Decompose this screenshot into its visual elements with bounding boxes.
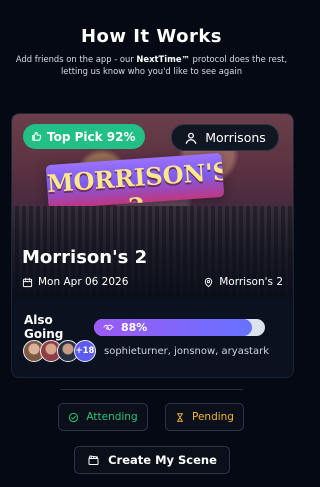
- also-going-row: Also Going 88%: [24, 313, 281, 341]
- event-location-text: Morrison's 2: [219, 276, 283, 288]
- top-pick-label: Top Pick 92%: [47, 129, 136, 144]
- calendar-icon: [22, 277, 33, 288]
- going-progress-fill: 88%: [94, 318, 253, 336]
- pending-label: Pending: [192, 411, 234, 423]
- event-date-text: Mon Apr 06 2026: [38, 276, 129, 288]
- user-icon: [184, 131, 198, 145]
- venue-name: Morrison's 2: [22, 247, 148, 268]
- hero-sign: MORRISON'S 2: [45, 152, 225, 210]
- attending-label: Attending: [86, 411, 138, 423]
- venue-host-pill[interactable]: Morrisons: [171, 124, 279, 151]
- thumbs-up-icon: [31, 131, 42, 142]
- handshake-icon: [102, 322, 115, 333]
- friends-names: sophieturner, jonsnow, aryastark: [104, 345, 269, 357]
- subtitle-line-1: Add friends on the app - our NextTime™ p…: [0, 53, 303, 65]
- map-pin-icon: [203, 277, 214, 288]
- friends-row[interactable]: +18 sophieturner, jonsnow, aryastark: [23, 340, 269, 362]
- top-pick-badge: Top Pick 92%: [23, 124, 145, 149]
- section-divider: [60, 389, 243, 390]
- create-my-scene-label: Create My Scene: [108, 453, 217, 467]
- going-percent-label: 88%: [121, 320, 148, 334]
- subtitle-line-2: letting us know who you'd like to see ag…: [60, 66, 243, 76]
- more-friends-count: +18: [74, 340, 96, 362]
- pending-button[interactable]: Pending: [165, 403, 244, 431]
- clapperboard-icon: [87, 454, 100, 466]
- check-circle-icon: [68, 412, 79, 423]
- event-date: Mon Apr 06 2026: [22, 276, 128, 288]
- also-going-label: Also Going: [24, 313, 64, 341]
- venue-host-label: Morrisons: [205, 130, 266, 145]
- how-it-works-screen: How It Works Add friends on the app - ou…: [0, 0, 303, 487]
- subtitle-suffix: protocol does the rest,: [189, 54, 288, 64]
- create-my-scene-button[interactable]: Create My Scene: [74, 446, 230, 474]
- page-title: How It Works: [80, 26, 223, 47]
- attending-button[interactable]: Attending: [58, 403, 148, 431]
- event-location: Morrison's 2: [203, 276, 283, 288]
- hero-sign-text: MORRISON'S 2: [45, 156, 225, 210]
- subtitle-prefix: Add friends on the app - our: [15, 54, 137, 64]
- subtitle-brand: NextTime™: [136, 54, 190, 64]
- going-progress-track: 88%: [94, 318, 265, 336]
- page-subtitle: Add friends on the app - our NextTime™ p…: [0, 53, 303, 77]
- event-meta-row: Mon Apr 06 2026 Morrison's 2: [22, 276, 283, 288]
- event-card[interactable]: MORRISON'S 2 Top Pick 92% Morrisons Morr…: [11, 113, 294, 378]
- hourglass-icon: [175, 412, 185, 423]
